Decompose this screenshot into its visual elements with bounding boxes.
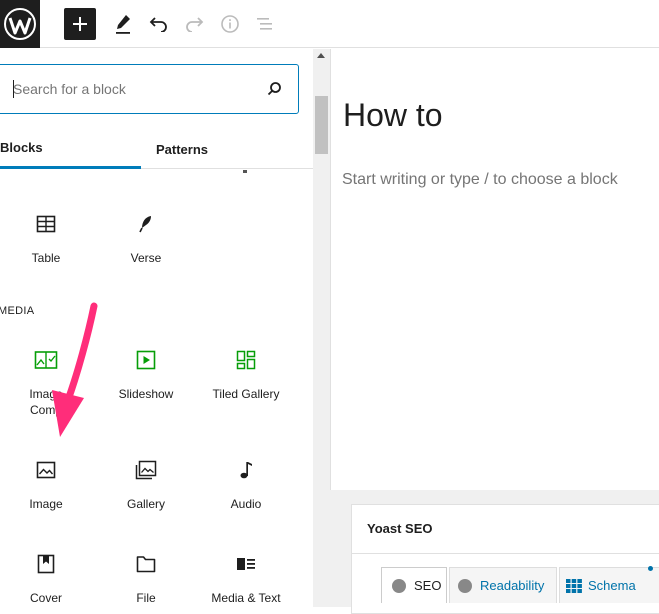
- scroll-up-arrow-icon[interactable]: [317, 53, 325, 58]
- block-item-audio[interactable]: Audio: [196, 458, 296, 512]
- block-label: Gallery: [126, 497, 165, 511]
- block-label: Tiled Gallery: [212, 387, 280, 401]
- block-label: Slideshow: [118, 387, 174, 401]
- yoast-tab-label: SEO: [414, 578, 442, 593]
- undo-icon: [149, 17, 167, 32]
- folder-icon: [136, 556, 156, 573]
- info-icon: [221, 15, 239, 33]
- plus-icon: [73, 17, 87, 31]
- list-view-icon: [257, 18, 272, 30]
- block-label: Verse: [130, 251, 162, 265]
- status-dot-icon: [458, 578, 472, 593]
- block-appender-placeholder[interactable]: Start writing or type / to choose a bloc…: [342, 171, 618, 189]
- tab-blocks[interactable]: Blocks: [0, 129, 141, 169]
- table-icon: [36, 215, 56, 233]
- media-text-icon: [237, 558, 255, 570]
- feather-icon: [139, 216, 151, 233]
- music-note-icon: [240, 462, 252, 479]
- block-item-cover[interactable]: Cover: [0, 552, 96, 606]
- tools-button[interactable]: [107, 8, 139, 40]
- wordpress-logo-icon: [4, 8, 36, 40]
- block-label: Cover: [29, 591, 62, 605]
- block-item-slideshow[interactable]: Slideshow: [96, 348, 196, 402]
- block-item-image[interactable]: Image: [0, 458, 96, 512]
- inserter-scrollbar[interactable]: [313, 49, 330, 607]
- wordpress-logo[interactable]: [0, 0, 40, 48]
- scrollbar-thumb[interactable]: [315, 96, 328, 154]
- block-item-gallery[interactable]: Gallery: [96, 458, 196, 512]
- editor-toolbar: [0, 0, 659, 48]
- yoast-tab-seo[interactable]: SEO: [381, 567, 447, 603]
- status-dot-icon: [392, 578, 406, 593]
- more-tabs-indicator: [648, 566, 653, 571]
- block-label: Image: [29, 497, 63, 511]
- block-search-input[interactable]: [13, 77, 253, 101]
- clipped-item-edge: [243, 170, 247, 173]
- yoast-tab-label: Readability: [480, 578, 545, 593]
- tiled-gallery-icon: [236, 350, 256, 370]
- block-label: File: [136, 591, 156, 605]
- redo-icon: [186, 17, 204, 32]
- pencil-icon: [116, 15, 130, 34]
- image-icon: [36, 461, 56, 479]
- image-compare-icon: [34, 351, 58, 369]
- undo-button[interactable]: [143, 8, 175, 40]
- list-view-button[interactable]: [249, 8, 281, 40]
- block-label: Audio: [230, 497, 262, 511]
- yoast-tab-schema[interactable]: Schema: [559, 567, 659, 603]
- yoast-panel-title[interactable]: Yoast SEO: [367, 521, 433, 536]
- meta-boxes-area: Yoast SEO SEO Readability Schema: [330, 490, 659, 614]
- block-item-tiled-gallery[interactable]: Tiled Gallery: [196, 348, 296, 402]
- gallery-icon: [135, 460, 157, 480]
- yoast-seo-panel: Yoast SEO SEO Readability Schema: [351, 504, 659, 614]
- block-item-file[interactable]: File: [96, 552, 196, 606]
- block-search-box: [0, 64, 299, 114]
- block-label: Table: [31, 251, 61, 265]
- block-item-verse[interactable]: Verse: [96, 212, 196, 266]
- post-title[interactable]: How to: [343, 97, 443, 134]
- text-caret: [13, 80, 14, 98]
- category-media-heading: MEDIA: [0, 305, 35, 317]
- cover-icon: [37, 554, 55, 574]
- yoast-tab-label: Schema: [588, 578, 636, 593]
- block-item-image-compare[interactable]: Image Comp: [0, 348, 96, 418]
- search-icon[interactable]: [264, 79, 284, 99]
- redo-button[interactable]: [178, 8, 210, 40]
- block-list: Table Verse MEDIA Image Comp Slideshow T…: [0, 170, 313, 607]
- tab-patterns[interactable]: Patterns: [141, 129, 223, 169]
- yoast-tab-readability[interactable]: Readability: [449, 567, 557, 603]
- divider: [352, 553, 659, 554]
- block-item-media-text[interactable]: Media & Text: [196, 552, 296, 606]
- details-button[interactable]: [214, 8, 246, 40]
- block-label: Image Comp: [29, 387, 63, 417]
- inserter-tabs: Blocks Patterns: [0, 129, 313, 169]
- block-inserter-panel: Blocks Patterns Table Verse MEDIA: [0, 49, 313, 607]
- block-item-table[interactable]: Table: [0, 212, 96, 266]
- block-label: Media & Text: [211, 591, 281, 605]
- slideshow-icon: [136, 350, 156, 370]
- grid-icon: [566, 578, 582, 593]
- editor-canvas: How to Start writing or type / to choose…: [330, 49, 659, 490]
- add-block-button[interactable]: [64, 8, 96, 40]
